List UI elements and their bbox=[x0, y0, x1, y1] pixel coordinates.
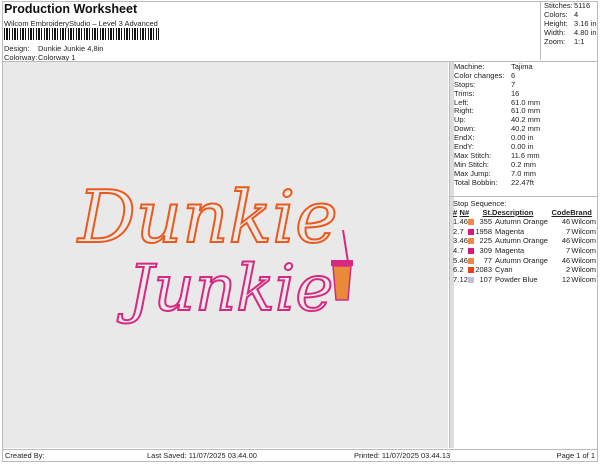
color-swatch bbox=[468, 228, 475, 235]
barcode bbox=[4, 28, 159, 40]
row-index: 6. bbox=[453, 265, 460, 275]
thread-brand: Wilcom bbox=[571, 217, 596, 227]
needle: 2 bbox=[459, 265, 464, 275]
table-row: 7. 12 107 Powder Blue 12 Wilcom bbox=[453, 275, 596, 285]
thread-description: Powder Blue bbox=[495, 274, 538, 284]
stat-row: Zoom: 1:1 bbox=[544, 36, 597, 47]
needle: 46 bbox=[459, 236, 468, 246]
thread-description: Magenta bbox=[495, 246, 525, 256]
table-row: 6. 2 2083 Cyan 2 Wilcom bbox=[453, 265, 596, 275]
stitch-count: 225 bbox=[479, 236, 493, 246]
column-header: Code bbox=[551, 208, 571, 217]
printed-date: Printed: 11/07/2025 03.44.13 bbox=[354, 451, 451, 460]
row-index: 1. bbox=[453, 217, 460, 227]
thread-brand: Wilcom bbox=[571, 255, 596, 265]
stop-sequence-title: Stop Sequence: bbox=[453, 199, 507, 208]
stitch-count: 107 bbox=[479, 274, 493, 284]
thread-brand: Wilcom bbox=[571, 236, 596, 246]
needle: 46 bbox=[459, 255, 468, 265]
stop-sequence: Stop Sequence: # N# St. Description Code Bran… bbox=[449, 196, 597, 284]
table-row: 5. 46 77 Autumn Orange 46 Wilcom bbox=[453, 255, 596, 265]
stitch-count: 1958 bbox=[475, 226, 493, 236]
needle: 46 bbox=[459, 217, 468, 227]
stitch-count: 355 bbox=[479, 217, 493, 227]
stat-row: Total Bobbin: 22.47ft bbox=[454, 177, 597, 188]
thread-brand: Wilcom bbox=[571, 265, 596, 275]
stop-sequence-table: # N# St. Description Code Brand 1. 46 355 Autumn … bbox=[453, 208, 596, 284]
stitch-count: 309 bbox=[479, 246, 493, 256]
thread-description: Autumn Orange bbox=[495, 255, 548, 265]
software-subtitle: Wilcom EmbroideryStudio – Level 3 Advanc… bbox=[4, 19, 158, 28]
color-swatch bbox=[468, 248, 475, 255]
column-header: Brand bbox=[570, 208, 592, 217]
thread-code: 7 bbox=[566, 246, 571, 256]
footer: Created By: Last Saved: 11/07/2025 03.44… bbox=[2, 449, 598, 461]
stat-row: Color changes: 6 bbox=[454, 71, 597, 81]
stat-row: Stops: 7 bbox=[454, 80, 597, 90]
table-row: 3. 46 225 Autumn Orange 46 Wilcom bbox=[453, 236, 596, 246]
stat-label: Zoom: bbox=[544, 36, 566, 46]
thread-brand: Wilcom bbox=[571, 274, 596, 284]
row-index: 2. bbox=[453, 226, 460, 236]
thread-brand: Wilcom bbox=[571, 246, 596, 256]
row-index: 4. bbox=[453, 246, 460, 256]
needle: 12 bbox=[459, 274, 468, 284]
design-text-dunkie: Dunkie bbox=[76, 175, 338, 259]
needle: 7 bbox=[459, 246, 464, 256]
column-header: Description bbox=[492, 208, 534, 217]
stat-value: 1:1 bbox=[574, 36, 585, 46]
thread-code: 2 bbox=[566, 265, 571, 275]
page-number: Page 1 of 1 bbox=[556, 451, 595, 460]
created-by: Created By: bbox=[5, 451, 45, 460]
row-index: 3. bbox=[453, 236, 460, 246]
row-index: 5. bbox=[453, 255, 460, 265]
stitch-count: 77 bbox=[483, 255, 493, 265]
table-row: 4. 7 309 Magenta 7 Wilcom bbox=[453, 246, 596, 256]
color-swatch bbox=[468, 257, 475, 264]
thread-code: 46 bbox=[561, 255, 571, 265]
thread-description: Autumn Orange bbox=[495, 236, 548, 246]
color-swatch bbox=[468, 219, 475, 226]
design-preview: Dunkie Junkie bbox=[3, 62, 448, 448]
stitch-count: 2083 bbox=[475, 265, 493, 275]
row-index: 7. bbox=[453, 274, 460, 284]
thread-description: Magenta bbox=[495, 226, 525, 236]
color-swatch bbox=[468, 267, 475, 274]
design-text-junkie: Junkie bbox=[117, 252, 333, 326]
thread-code: 46 bbox=[561, 236, 571, 246]
table-row: 1. 46 355 Autumn Orange 46 Wilcom bbox=[453, 217, 596, 227]
thread-code: 46 bbox=[561, 217, 571, 227]
thread-description: Autumn Orange bbox=[495, 217, 548, 227]
stat-label: Total Bobbin: bbox=[454, 177, 498, 187]
design-value: Dunkie Junkie 4,8in bbox=[38, 44, 104, 53]
design-row: Design: Dunkie Junkie 4,8in bbox=[4, 44, 103, 53]
column-header: St. bbox=[482, 208, 493, 217]
thread-code: 7 bbox=[566, 226, 571, 236]
thread-description: Cyan bbox=[495, 265, 513, 275]
design-label: Design: bbox=[4, 44, 30, 53]
thread-brand: Wilcom bbox=[571, 226, 596, 236]
thread-code: 12 bbox=[561, 274, 571, 284]
color-swatch bbox=[468, 276, 475, 283]
table-row: 2. 7 1958 Magenta 7 Wilcom bbox=[453, 227, 596, 237]
summary-box: Stitches: 5116 Colors: 4 Height: 3.16 in Width… bbox=[540, 1, 597, 60]
page-title: Production Worksheet bbox=[4, 2, 138, 16]
stat-value: 22.47ft bbox=[511, 177, 534, 187]
needle: 7 bbox=[459, 226, 464, 236]
column-header: N# bbox=[459, 208, 470, 217]
last-saved: Last Saved: 11/07/2025 03.44.00 bbox=[147, 451, 257, 460]
color-swatch bbox=[468, 238, 475, 245]
